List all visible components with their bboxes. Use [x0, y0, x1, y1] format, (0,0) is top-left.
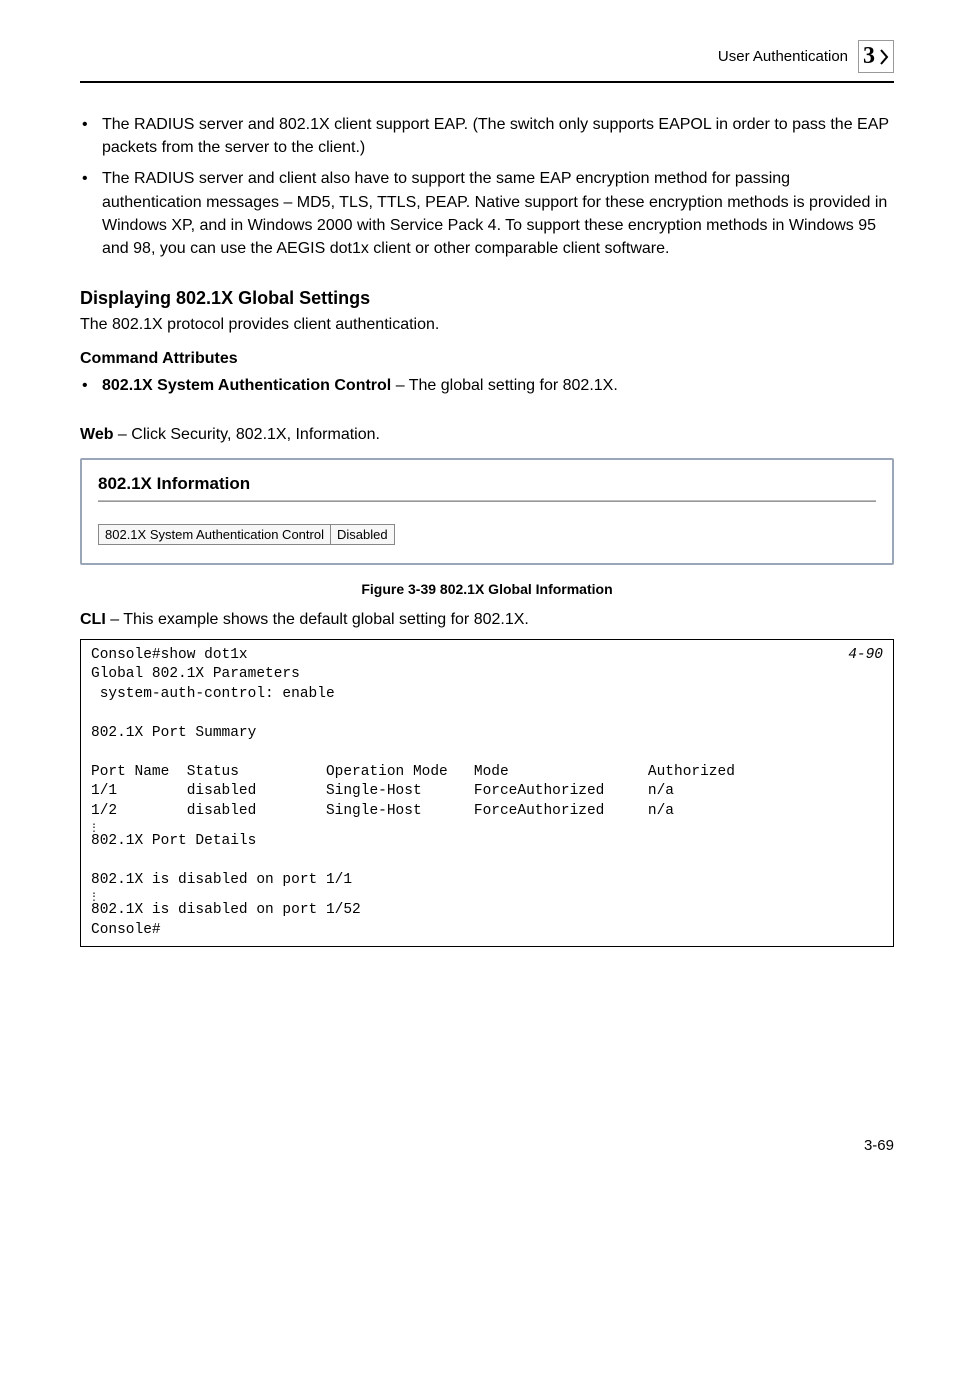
command-attribute-desc: – The global setting for 802.1X. [391, 377, 618, 394]
cli-line: Console#show dot1x [91, 647, 248, 663]
intro-bullet-list: The RADIUS server and 802.1X client supp… [80, 113, 894, 260]
vertical-ellipsis-icon: . . . [91, 891, 883, 902]
auth-control-value: Disabled [330, 524, 394, 544]
cli-line: Global 802.1X Parameters [91, 666, 300, 682]
cli-line: 802.1X Port Summary [91, 725, 256, 741]
cli-output-block: Console#show dot1x 4-90 Global 802.1X Par… [80, 639, 894, 948]
command-attributes-heading: Command Attributes [80, 350, 894, 368]
cli-label: CLI [80, 611, 106, 628]
cli-line: system-auth-control: enable [91, 686, 335, 702]
page-header: User Authentication 3 [80, 40, 894, 73]
cli-page-ref: 4-90 [848, 646, 883, 666]
vertical-ellipsis-icon: . . . [91, 822, 883, 833]
bullet-item: The RADIUS server and 802.1X client supp… [80, 113, 894, 159]
ui-screenshot-panel: 802.1X Information 802.1X System Authent… [80, 458, 894, 565]
section-heading: Displaying 802.1X Global Settings [80, 288, 894, 309]
cli-data-row: 1/1 disabled Single-Host ForceAuthorized… [91, 783, 674, 799]
cli-line: 802.1X Port Details [91, 833, 256, 849]
chapter-badge: 3 [858, 40, 894, 73]
screenshot-divider [98, 500, 876, 502]
command-attribute-name: 802.1X System Authentication Control [102, 377, 391, 394]
command-attributes-list: 802.1X System Authentication Control – T… [80, 374, 894, 397]
figure-caption: Figure 3-39 802.1X Global Information [80, 581, 894, 597]
cli-line: 802.1X is disabled on port 1/52 [91, 902, 361, 918]
auth-control-label: 802.1X System Authentication Control [99, 524, 331, 544]
web-text: – Click Security, 802.1X, Information. [113, 426, 379, 443]
cli-line: 802.1X is disabled on port 1/1 [91, 872, 352, 888]
command-attribute-item: 802.1X System Authentication Control – T… [80, 374, 894, 397]
header-divider [80, 81, 894, 83]
cli-prompt: Console# [91, 922, 161, 938]
page-number: 3-69 [80, 1137, 894, 1154]
cli-header-row: Port Name Status Operation Mode Mode Aut… [91, 764, 735, 780]
section-body: The 802.1X protocol provides client auth… [80, 313, 894, 336]
bullet-item: The RADIUS server and client also have t… [80, 167, 894, 260]
chapter-caret-icon [879, 48, 889, 66]
header-section: User Authentication [718, 48, 848, 65]
screenshot-title: 802.1X Information [98, 474, 876, 494]
auth-control-table: 802.1X System Authentication Control Dis… [98, 524, 395, 545]
web-instruction: Web – Click Security, 802.1X, Informatio… [80, 426, 894, 444]
chapter-number: 3 [863, 43, 875, 70]
cli-data-row: 1/2 disabled Single-Host ForceAuthorized… [91, 803, 674, 819]
web-label: Web [80, 426, 113, 443]
cli-text: – This example shows the default global … [106, 611, 529, 628]
cli-instruction: CLI – This example shows the default glo… [80, 611, 894, 629]
